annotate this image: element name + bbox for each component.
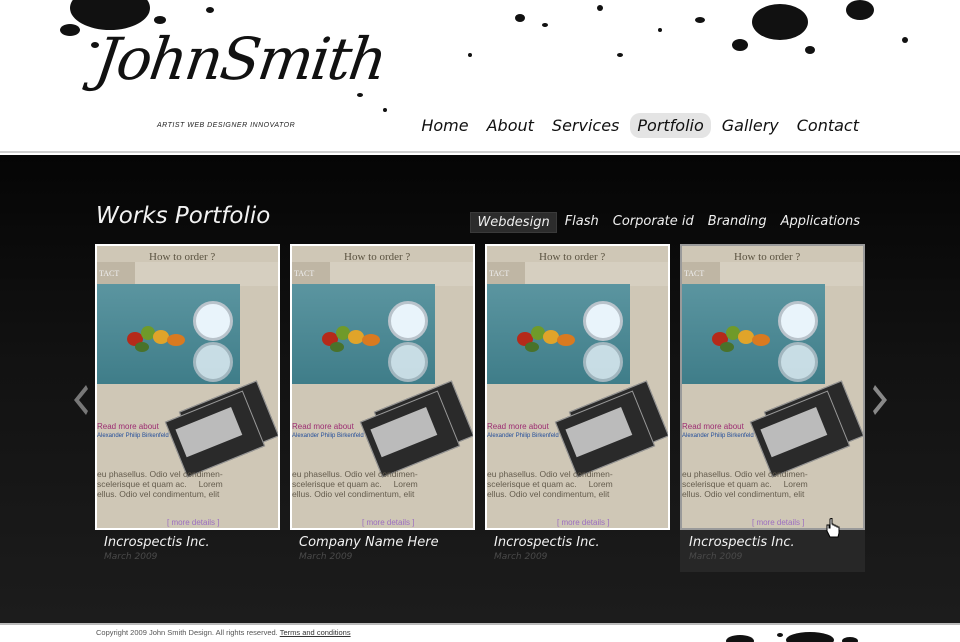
card-date: March 2009 [299,552,353,562]
card-title[interactable]: Incrospectis Inc. [494,535,600,550]
terms-link[interactable]: Terms and conditions [280,628,351,637]
clock-reflection [388,342,428,382]
nav-item-home[interactable]: Home [414,113,475,138]
card-title[interactable]: Incrospectis Inc. [104,535,210,550]
thumb-author: Alexander Philip Birkenfeld [487,433,559,439]
portfolio-section: Works Portfolio Webdesign Flash Corporat… [0,155,960,623]
card-date: March 2009 [494,552,548,562]
portfolio-thumbnail[interactable]: TACT How to order ? Read more about Alex… [680,244,865,530]
clock-reflection [778,342,818,382]
thumb-author: Alexander Philip Birkenfeld [292,433,364,439]
hand-cursor-icon [826,518,840,538]
thumb-order-label: How to order ? [149,251,216,263]
card-date: March 2009 [104,552,158,562]
previous-arrow-icon[interactable] [74,385,88,415]
thumb-body-text: eu phasellus. Odio vel condimen- sceleri… [487,469,613,499]
filter-webdesign[interactable]: Webdesign [470,212,557,233]
thumb-author: Alexander Philip Birkenfeld [97,433,169,439]
thumb-more-details: [ more details ] [752,518,805,527]
thumb-read-more: Read more about [292,422,354,431]
logo[interactable]: JohnSmith [91,25,389,93]
thumb-body-text: eu phasellus. Odio vel condimen- sceleri… [682,469,808,499]
thumb-body-text: eu phasellus. Odio vel condimen- sceleri… [97,469,223,499]
filter-applications[interactable]: Applications [775,212,866,233]
portfolio-card-3[interactable]: TACT How to order ? Read more about Alex… [485,244,670,572]
nav-item-gallery[interactable]: Gallery [715,113,786,138]
thumb-more-details: [ more details ] [557,518,610,527]
nav-item-about[interactable]: About [480,113,541,138]
thumb-read-more: Read more about [682,422,744,431]
clock-reflection [193,342,233,382]
thumb-body-text: eu phasellus. Odio vel condimen- sceleri… [292,469,418,499]
card-title[interactable]: Company Name Here [299,535,439,550]
portfolio-thumbnail[interactable]: TACT How to order ? Read more about Alex… [290,244,475,530]
thumb-more-details: [ more details ] [362,518,415,527]
filter-corporate-id[interactable]: Corporate id [607,212,700,233]
thumb-order-label: How to order ? [539,251,606,263]
portfolio-card-2[interactable]: TACT How to order ? Read more about Alex… [290,244,475,572]
header-divider [0,151,960,153]
thumb-order-label: How to order ? [734,251,801,263]
footer-ink-decoration [726,632,858,642]
thumb-order-label: How to order ? [344,251,411,263]
filter-branding[interactable]: Branding [702,212,773,233]
thumb-read-more: Read more about [97,422,159,431]
thumb-tab-label: TACT [99,269,120,278]
portfolio-filters: Webdesign Flash Corporate id Branding Ap… [468,212,866,233]
thumb-tab-label: TACT [294,269,315,278]
portfolio-thumbnail[interactable]: TACT How to order ? Read more about Alex… [485,244,670,530]
filter-flash[interactable]: Flash [559,212,605,233]
copyright-text: Copyright 2009 John Smith Design. All ri… [96,628,278,637]
thumb-tab-label: TACT [489,269,510,278]
clock-icon [778,301,818,341]
thumb-read-more: Read more about [487,422,549,431]
footer: Copyright 2009 John Smith Design. All ri… [0,623,960,642]
logo-tagline: ARTIST WEB DESIGNER INNOVATOR [157,122,296,129]
clock-icon [388,301,428,341]
nav-item-services[interactable]: Services [545,113,626,138]
portfolio-thumbnail[interactable]: TACT How to order ? Read more about Alex… [95,244,280,530]
nav-item-contact[interactable]: Contact [790,113,866,138]
header: JohnSmith ARTIST WEB DESIGNER INNOVATOR … [0,0,960,153]
clock-reflection [583,342,623,382]
thumb-tab-label: TACT [684,269,705,278]
page-title: Works Portfolio [96,203,271,229]
clock-icon [193,301,233,341]
clock-icon [583,301,623,341]
thumb-more-details: [ more details ] [167,518,220,527]
next-arrow-icon[interactable] [873,385,887,415]
thumb-author: Alexander Philip Birkenfeld [682,433,754,439]
card-date: March 2009 [689,552,743,562]
nav-item-portfolio[interactable]: Portfolio [630,113,711,138]
portfolio-card-1[interactable]: TACT How to order ? Read more about Alex… [95,244,280,572]
card-title[interactable]: Incrospectis Inc. [689,535,795,550]
main-nav: Home About Services Portfolio Gallery Co… [410,113,866,138]
